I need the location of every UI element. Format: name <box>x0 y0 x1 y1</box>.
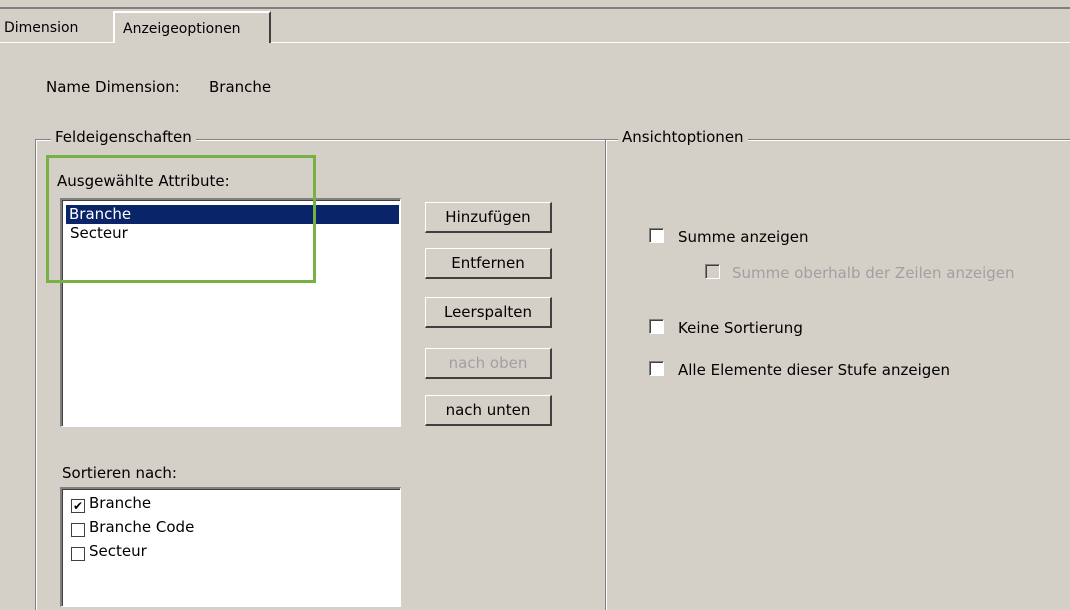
list-item[interactable]: Branche Code <box>89 518 194 536</box>
sort-by-label: Sortieren nach: <box>62 464 177 482</box>
move-up-button[interactable]: nach oben <box>425 348 552 379</box>
show-sum-checkbox[interactable] <box>649 228 664 243</box>
list-item[interactable]: Branche <box>89 494 151 512</box>
dimension-name-value: Branche <box>209 78 272 96</box>
dimension-name-label: Name Dimension: <box>46 78 180 96</box>
tab-baseline <box>0 42 113 43</box>
checkbox-checked-icon[interactable]: ✔ <box>71 499 85 513</box>
show-all-elements-checkbox[interactable] <box>649 361 664 376</box>
move-down-button[interactable]: nach unten <box>425 395 552 426</box>
checkbox-icon[interactable] <box>71 547 85 561</box>
add-button[interactable]: Hinzufügen <box>425 202 552 233</box>
show-sum-label: Summe anzeigen <box>678 228 809 246</box>
sort-by-listbox[interactable]: ✔ Branche Branche Code Secteur <box>60 487 401 607</box>
field-properties-legend: Feldeigenschaften <box>51 128 196 146</box>
show-all-elements-label: Alle Elemente dieser Stufe anzeigen <box>678 361 950 379</box>
tab-dimension[interactable]: Dimension <box>4 20 78 36</box>
view-options-legend: Ansichtoptionen <box>618 128 748 146</box>
sum-above-rows-checkbox[interactable] <box>705 264 720 279</box>
checkbox-icon[interactable] <box>71 523 85 537</box>
tab-display-options-label: Anzeigeoptionen <box>123 21 241 37</box>
tab-display-options[interactable]: Anzeigeoptionen <box>113 11 271 43</box>
tab-baseline <box>271 42 1070 43</box>
empty-columns-button[interactable]: Leerspalten <box>425 297 552 328</box>
remove-button[interactable]: Entfernen <box>425 248 552 279</box>
no-sorting-label: Keine Sortierung <box>678 319 803 337</box>
tabstrip-top-border <box>0 7 1070 9</box>
sum-above-rows-label: Summe oberhalb der Zeilen anzeigen <box>732 264 1015 282</box>
highlight-annotation <box>46 155 316 283</box>
list-item[interactable]: Secteur <box>89 542 147 560</box>
no-sorting-checkbox[interactable] <box>649 319 664 334</box>
